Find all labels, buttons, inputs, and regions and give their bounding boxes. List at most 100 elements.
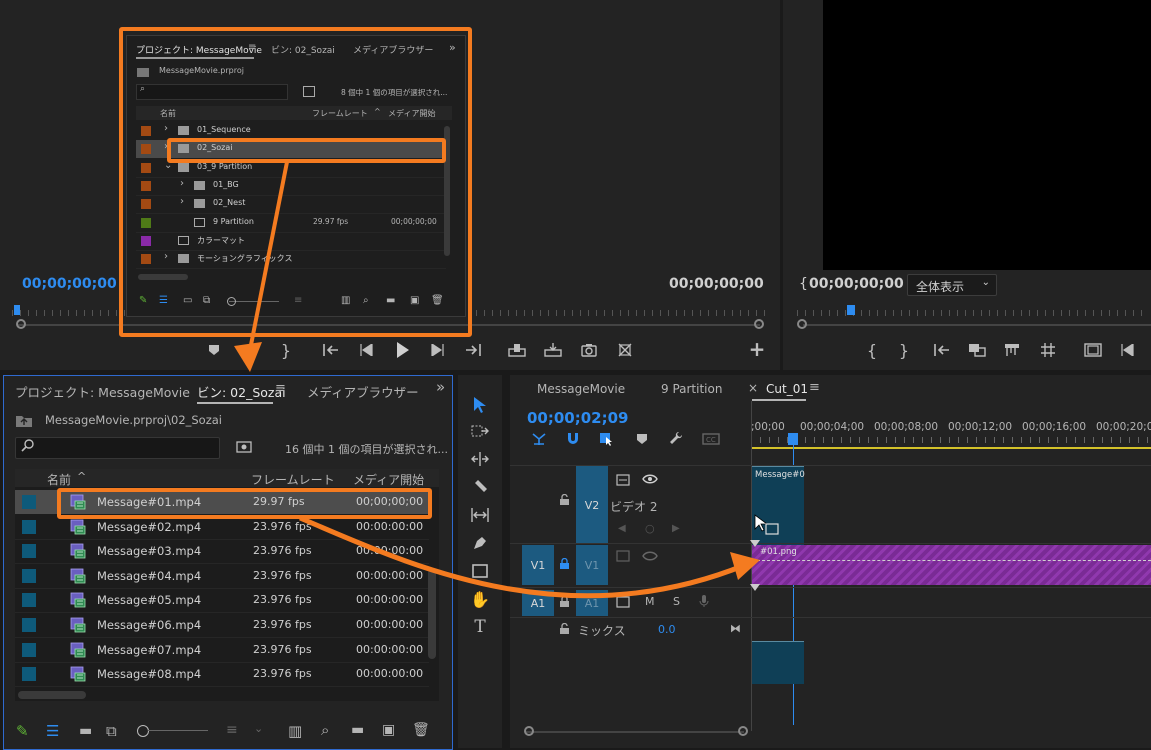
timeline-timecode[interactable]: 00;00;02;09 bbox=[527, 409, 629, 427]
bin-scrollbar-v[interactable] bbox=[428, 569, 436, 659]
razor-tool-icon[interactable] bbox=[470, 477, 490, 497]
zoom-handle-left[interactable] bbox=[16, 319, 26, 329]
type-tool-icon[interactable]: T bbox=[470, 617, 490, 637]
timeline-scroll-handle-left[interactable] bbox=[524, 726, 534, 736]
table-row[interactable]: Message#04.mp4 23.976 fps 00:00:00:00 bbox=[15, 564, 429, 589]
linked-selection-icon[interactable] bbox=[598, 431, 616, 447]
timeline-scroll-handle-right[interactable] bbox=[738, 726, 748, 736]
bin-tab-project[interactable]: プロジェクト: MessageMovie bbox=[15, 382, 190, 401]
v2-sync-icon[interactable] bbox=[616, 474, 630, 486]
camera-icon[interactable] bbox=[580, 341, 598, 359]
rectangle-tool-icon[interactable] bbox=[470, 561, 490, 581]
lift-icon[interactable] bbox=[967, 341, 987, 359]
insert-icon[interactable] bbox=[507, 341, 527, 359]
mark-in-icon[interactable]: { bbox=[865, 341, 879, 360]
wrench-icon[interactable] bbox=[667, 431, 685, 447]
a1-source[interactable]: A1 bbox=[522, 590, 554, 616]
timeline-scrollbar-track[interactable] bbox=[526, 731, 744, 733]
v2-target[interactable]: V2 bbox=[576, 466, 608, 544]
table-row[interactable]: Message#08.mp4 23.976 fps 00:00:00:00 bbox=[15, 662, 429, 688]
label-color-swatch[interactable] bbox=[22, 667, 36, 682]
go-to-out-icon[interactable] bbox=[464, 342, 482, 358]
label-color-swatch[interactable] bbox=[22, 544, 36, 559]
safe-margin-icon[interactable] bbox=[1083, 341, 1103, 359]
sort-chevron-icon[interactable]: ⌄ bbox=[254, 722, 263, 735]
bin-menu-icon[interactable]: ≡ bbox=[275, 381, 286, 396]
label-color-swatch[interactable] bbox=[22, 495, 36, 509]
a1-lock-icon[interactable] bbox=[559, 596, 570, 608]
label-color-swatch[interactable] bbox=[22, 568, 36, 583]
timeline-ruler[interactable]: ;00;00 00;00;04;00 00;00;08;00 00;00;12;00 0… bbox=[751, 415, 1151, 449]
add-marker-icon[interactable] bbox=[634, 431, 650, 447]
label-color-swatch[interactable] bbox=[22, 593, 36, 608]
slip-tool-icon[interactable] bbox=[470, 505, 490, 525]
a1-sync-icon[interactable] bbox=[616, 596, 630, 608]
label-color-swatch[interactable] bbox=[22, 519, 36, 534]
program-zoom-bar[interactable] bbox=[803, 324, 1151, 326]
program-playhead[interactable] bbox=[847, 305, 855, 315]
v2-next-keyframe-icon[interactable]: ▶ bbox=[672, 523, 680, 534]
timeline-tab-messagemovie[interactable]: MessageMovie bbox=[537, 382, 625, 396]
new-item-icon[interactable]: ▣ bbox=[382, 722, 395, 738]
automate-icon[interactable]: ▥ bbox=[288, 722, 302, 740]
grid-icon[interactable] bbox=[1039, 341, 1057, 359]
icon-view-icon[interactable]: ▬ bbox=[79, 723, 92, 739]
track-select-icon[interactable] bbox=[470, 421, 490, 441]
snap-nest-icon[interactable] bbox=[530, 431, 548, 447]
timeline-playhead-head[interactable] bbox=[788, 433, 798, 445]
pencil-icon[interactable]: ✎ bbox=[16, 722, 29, 740]
pen-tool-icon[interactable] bbox=[470, 533, 490, 553]
bin-col-name[interactable]: 名前 bbox=[47, 471, 71, 488]
fit-dropdown[interactable]: 全体表示 ⌄ bbox=[907, 274, 997, 296]
table-row[interactable]: Message#05.mp4 23.976 fps 00:00:00:00 bbox=[15, 588, 429, 614]
step-forward-icon[interactable] bbox=[430, 342, 446, 358]
table-row[interactable]: Message#06.mp4 23.976 fps 00:00:00:00 bbox=[15, 613, 429, 638]
captions-icon[interactable]: CC bbox=[701, 431, 721, 447]
add-button-icon[interactable]: + bbox=[748, 337, 766, 361]
mix-value[interactable]: 0.0 bbox=[658, 623, 676, 636]
timeline-tab-cut01[interactable]: Cut_01 bbox=[766, 382, 808, 396]
trash-icon[interactable]: 🗑 bbox=[412, 722, 430, 738]
hand-tool-icon[interactable]: ✋ bbox=[470, 589, 490, 609]
source-playhead[interactable] bbox=[14, 305, 20, 315]
sort-icon[interactable]: ≡ bbox=[226, 722, 238, 738]
bin-col-framerate[interactable]: フレームレート bbox=[251, 471, 335, 488]
find-icon[interactable]: ⌕ bbox=[321, 721, 329, 739]
program-zoom-handle[interactable] bbox=[797, 319, 807, 329]
marker-icon[interactable] bbox=[206, 342, 222, 358]
go-to-in-icon-program[interactable] bbox=[933, 342, 951, 358]
step-back-icon-program[interactable] bbox=[1119, 342, 1135, 358]
source-timecode[interactable]: 00;00;00;00 bbox=[22, 276, 117, 292]
overwrite-icon[interactable] bbox=[543, 341, 563, 359]
bin-col-mediastart[interactable]: メディア開始 bbox=[353, 471, 424, 488]
bin-folder-up-icon[interactable] bbox=[15, 414, 33, 428]
extract-icon[interactable] bbox=[1003, 341, 1021, 359]
v1-eye-icon[interactable] bbox=[642, 550, 658, 562]
v1-clip[interactable]: #01.png bbox=[752, 545, 1151, 585]
a1-target[interactable]: A1 bbox=[576, 590, 608, 616]
freeform-view-icon[interactable]: ⧉ bbox=[106, 722, 117, 740]
ripple-edit-icon[interactable] bbox=[470, 449, 490, 469]
go-to-end-icon[interactable]: ⧓ bbox=[730, 622, 741, 635]
microphone-icon[interactable] bbox=[699, 594, 709, 608]
v2-lock-icon[interactable] bbox=[559, 494, 570, 506]
label-color-swatch[interactable] bbox=[22, 642, 36, 657]
mix-lock-icon[interactable] bbox=[559, 623, 570, 635]
v2-prev-keyframe-icon[interactable]: ◀ bbox=[618, 523, 626, 534]
bin-search-input[interactable] bbox=[15, 437, 220, 459]
selection-tool-icon[interactable] bbox=[470, 395, 490, 415]
go-to-in-icon[interactable] bbox=[322, 342, 340, 358]
bin-tab-media[interactable]: メディアブラウザー bbox=[307, 382, 419, 401]
zoom-slider-knob[interactable] bbox=[137, 725, 149, 737]
bin-tab-bin[interactable]: ビン: 02_Sozai bbox=[197, 382, 286, 401]
v2-eye-icon[interactable] bbox=[642, 473, 658, 485]
program-timecode[interactable]: 00;00;00;00 bbox=[809, 276, 904, 292]
bin-scrollbar-h[interactable] bbox=[18, 691, 86, 699]
settings-grid-icon[interactable] bbox=[616, 341, 634, 359]
label-color-swatch[interactable] bbox=[22, 618, 36, 632]
close-icon[interactable]: × bbox=[748, 381, 758, 395]
timeline-menu-icon[interactable]: ≡ bbox=[809, 380, 820, 395]
a1-mute-button[interactable]: M bbox=[645, 595, 655, 608]
mark-out-icon-program[interactable]: } bbox=[897, 341, 911, 360]
a1-solo-button[interactable]: S bbox=[673, 595, 680, 608]
